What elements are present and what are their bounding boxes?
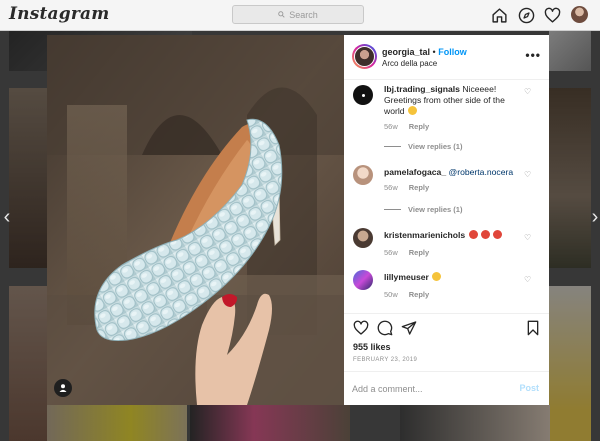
post-header: georgia_tal • Follow Arco della pace ••• — [344, 35, 549, 80]
divider-line — [384, 209, 401, 210]
comment-text: lillymeuser — [384, 272, 524, 283]
activity-heart-icon[interactable] — [542, 5, 562, 25]
divider-line — [384, 146, 401, 147]
heart-eyes-emoji-icon — [480, 230, 490, 239]
like-heart-icon[interactable] — [353, 320, 369, 336]
view-replies-label: View replies (1) — [408, 205, 463, 214]
comment-meta: 56w Reply — [384, 248, 429, 257]
commenter-avatar[interactable] — [353, 228, 373, 248]
heart-eyes-emoji-icon — [468, 230, 478, 239]
reply-button[interactable]: Reply — [409, 122, 429, 131]
comment-meta: 50w Reply — [384, 290, 429, 299]
commenter-username[interactable]: lbj.trading_signals — [384, 84, 460, 94]
heart-eyes-emoji-icon — [493, 230, 503, 239]
separator-dot: • — [432, 47, 436, 57]
like-comment-heart-icon[interactable]: ♡ — [524, 234, 532, 242]
reply-button[interactable]: Reply — [409, 183, 429, 192]
author-username[interactable]: georgia_tal — [382, 47, 430, 57]
view-replies-button[interactable]: View replies (1) — [384, 205, 462, 214]
profile-avatar[interactable] — [571, 6, 588, 23]
commenter-username[interactable]: lillymeuser — [384, 272, 429, 282]
next-post-arrow[interactable]: › — [588, 207, 600, 227]
post-comment-button[interactable]: Post — [519, 383, 539, 393]
tagged-users-icon[interactable] — [54, 379, 72, 397]
add-comment-bar: Post — [344, 371, 549, 406]
home-icon[interactable] — [489, 5, 509, 25]
search-placeholder: Search — [289, 9, 318, 20]
top-navigation-bar: Instagram Search — [0, 0, 600, 31]
reply-button[interactable]: Reply — [409, 290, 429, 299]
commenter-avatar[interactable] — [353, 165, 373, 185]
search-input[interactable]: Search — [232, 5, 364, 24]
post-location[interactable]: Arco della pace — [382, 59, 437, 68]
comment-age: 56w — [384, 248, 398, 257]
commenter-avatar[interactable] — [353, 270, 373, 290]
post-photo[interactable] — [47, 35, 344, 405]
like-comment-heart-icon[interactable]: ♡ — [524, 276, 532, 284]
comment-bubble-icon[interactable] — [377, 320, 393, 336]
search-icon — [278, 11, 285, 18]
like-comment-heart-icon[interactable]: ♡ — [524, 88, 532, 96]
like-count[interactable]: 955 likes — [353, 342, 391, 352]
commenter-username[interactable]: kristenmarienichols — [384, 230, 465, 240]
add-comment-input[interactable] — [352, 382, 502, 396]
previous-post-arrow[interactable]: ‹ — [0, 207, 14, 227]
post-details-panel: georgia_tal • Follow Arco della pace •••… — [344, 35, 549, 405]
follow-button[interactable]: Follow — [438, 47, 467, 57]
comment-age: 56w — [384, 183, 398, 192]
comment-text: lbj.trading_signals Niceeee! Greetings f… — [384, 84, 524, 117]
author-avatar[interactable] — [352, 44, 377, 69]
reply-button[interactable]: Reply — [409, 248, 429, 257]
comment-text: pamelafogaca_ @roberta.nocera — [384, 167, 524, 178]
save-bookmark-icon[interactable] — [525, 320, 541, 336]
instagram-logo[interactable]: Instagram — [9, 4, 109, 24]
share-paper-plane-icon[interactable] — [401, 320, 417, 336]
comment-age: 56w — [384, 122, 398, 131]
comments-list: lbj.trading_signals Niceeee! Greetings f… — [344, 80, 549, 313]
post-actions: 955 likes FEBRUARY 23, 2019 Post — [344, 313, 549, 405]
grinning-face-emoji-icon — [432, 272, 442, 281]
view-replies-label: View replies (1) — [408, 142, 463, 151]
view-replies-button[interactable]: View replies (1) — [384, 142, 462, 151]
author-line: georgia_tal • Follow — [382, 47, 467, 57]
post-photo-image — [47, 35, 344, 405]
post-date: FEBRUARY 23, 2019 — [353, 357, 418, 363]
like-comment-heart-icon[interactable]: ♡ — [524, 171, 532, 179]
commenter-username[interactable]: pamelafogaca_ — [384, 167, 446, 177]
mention-link[interactable]: @roberta.nocera — [449, 167, 514, 177]
comment-meta: 56w Reply — [384, 183, 429, 192]
explore-compass-icon[interactable] — [516, 5, 536, 25]
comment-text: kristenmarienichols — [384, 230, 524, 241]
commenter-avatar[interactable] — [353, 85, 373, 105]
more-options-icon[interactable]: ••• — [525, 48, 541, 62]
comment-meta: 56w Reply — [384, 122, 429, 131]
grinning-face-emoji-icon — [407, 106, 417, 115]
comment-age: 50w — [384, 290, 398, 299]
